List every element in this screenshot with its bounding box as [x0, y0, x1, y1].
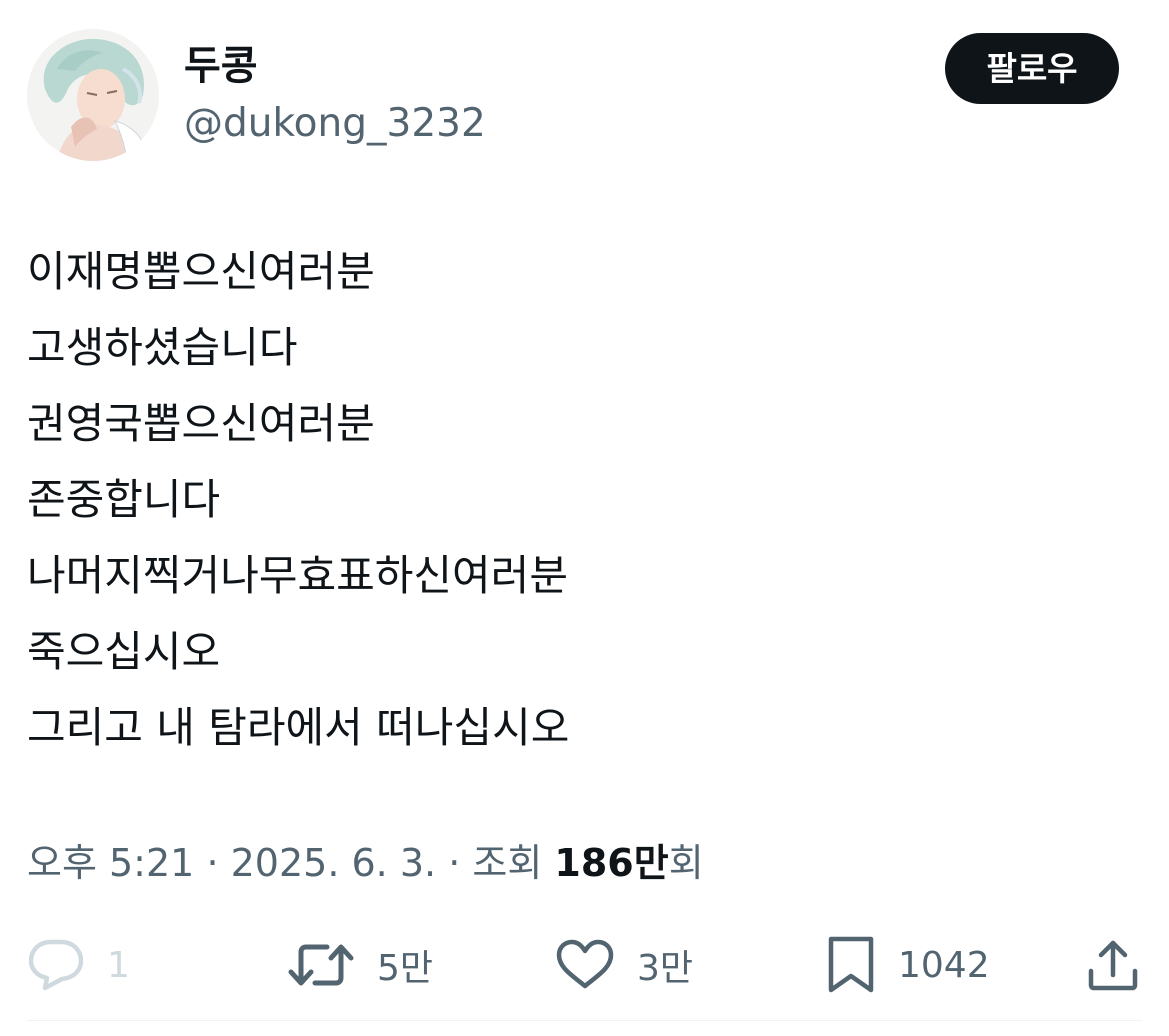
views-suffix: 회 — [668, 841, 704, 885]
views-count: 186만 — [554, 841, 669, 885]
tweet-date[interactable]: 2025. 6. 3. — [231, 841, 436, 885]
tweet-line: 고생하셨습니다 — [27, 323, 298, 372]
retweet-icon — [288, 944, 354, 986]
reply-count: 1 — [107, 944, 130, 986]
divider — [27, 1020, 1142, 1021]
tweet-line: 나머지찍거나무효표하신여러분 — [27, 551, 568, 600]
reply-icon — [28, 939, 84, 991]
bookmark-count: 1042 — [898, 944, 990, 986]
tweet-line: 이재명뽑으신여러분 — [27, 247, 375, 296]
tweet-line: 그리고 내 탐라에서 떠나십시오 — [27, 703, 570, 752]
tweet-text: 이재명뽑으신여러분 고생하셨습니다 권영국뽑으신여러분 존중합니다 나머지찍거나… — [27, 234, 1137, 766]
like-count: 3만 — [637, 948, 694, 989]
retweet-button[interactable]: 5만 — [287, 930, 433, 1000]
retweet-count: 5만 — [377, 948, 434, 989]
tweet-meta: 오후 5:21 · 2025. 6. 3. · 조회 186만회 — [27, 835, 704, 891]
reply-button[interactable]: 1 — [27, 930, 130, 1000]
bookmark-icon — [828, 936, 874, 993]
heart-icon — [556, 939, 614, 989]
avatar-illustration — [27, 29, 159, 161]
display-name[interactable]: 두콩 — [184, 38, 258, 94]
meta-separator: · — [448, 841, 461, 885]
tweet-line: 죽으십시오 — [27, 627, 221, 676]
tweet-line: 존중합니다 — [27, 475, 221, 524]
user-handle[interactable]: @dukong_3232 — [184, 96, 486, 152]
follow-button[interactable]: 팔로우 — [945, 33, 1119, 104]
meta-separator: · — [206, 841, 219, 885]
like-button[interactable]: 3만 — [555, 930, 693, 1000]
tweet-time[interactable]: 오후 5:21 — [27, 841, 194, 885]
share-button[interactable] — [1085, 930, 1141, 1000]
share-icon — [1088, 940, 1138, 991]
bookmark-button[interactable]: 1042 — [826, 930, 990, 1000]
tweet-line: 권영국뽑으신여러분 — [27, 399, 375, 448]
views-label: 조회 — [472, 841, 543, 885]
avatar[interactable] — [27, 29, 159, 161]
